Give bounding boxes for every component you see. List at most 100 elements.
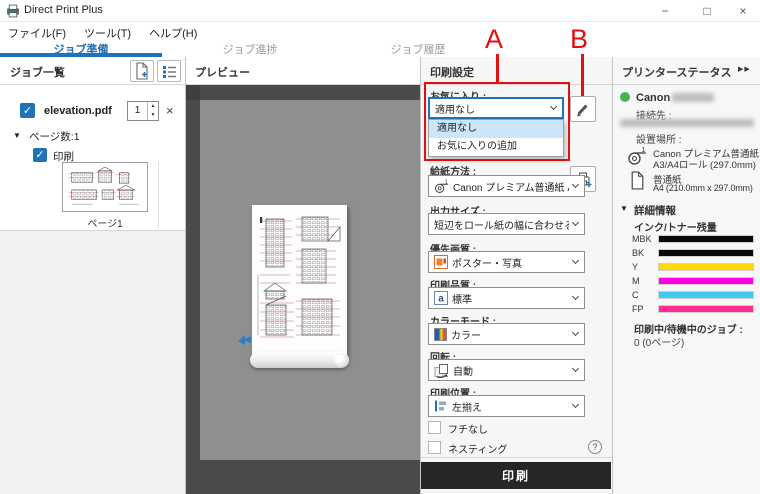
job-list-empty-area [0,230,185,494]
horizontal-ruler [200,85,420,100]
ink-bar [658,305,754,313]
list-view-icon [161,63,178,80]
tab-job-history[interactable]: ジョブ履歴 [338,44,498,57]
print-button[interactable]: 印刷 [421,462,611,489]
title-bar: Direct Print Plus − □ × [0,0,760,22]
settings-title: 印刷設定 [430,64,474,80]
add-file-icon [134,62,150,80]
chevron-down-icon [572,181,579,188]
ink-bar [658,291,754,299]
app-window: 1 Direct Print Plus − □ × ファイル(F) ツール(T) [0,0,760,494]
print-quality-value: 標準 [452,291,569,306]
step-up-icon[interactable]: ▲ [148,102,158,111]
jobs-value: 0 (0ページ) [634,334,684,349]
minimize-button[interactable]: − [648,0,682,22]
cut-sheet-icon [630,171,645,190]
stepper-arrows[interactable]: ▲▼ [147,102,158,120]
copies-value: 1 [128,102,147,120]
ink-bar [658,235,754,243]
tab-job-progress[interactable]: ジョブ進捗 [162,44,338,57]
annotation-line-a [496,54,499,82]
rotate-icon [434,363,449,378]
edit-favorites-button[interactable] [570,96,596,122]
preview-paper[interactable] [252,205,347,357]
color-mode-value: カラー [451,327,569,342]
window-title: Direct Print Plus [24,4,103,16]
paper-source-select[interactable]: Canon プレミアム普通紙 A3/A4ロール (29 [428,175,585,197]
preview-title: プレビュー [195,64,250,80]
menu-bar: ファイル(F) ツール(T) ヘルプ(H) [0,22,760,44]
chevron-down-icon [572,329,579,336]
color-mode-select[interactable]: カラー [428,323,585,345]
add-file-button[interactable] [130,60,154,82]
output-size-select[interactable]: 短辺をロール紙の幅に合わせる [428,213,585,235]
details-triangle-icon[interactable]: ▼ [620,204,628,213]
print-page-checkbox[interactable]: ✓ [33,148,47,162]
job-file-name[interactable]: elevation.pdf [44,105,112,117]
menu-help[interactable]: ヘルプ(H) [149,25,197,41]
page-thumbnail[interactable] [62,162,148,212]
remove-job-button[interactable]: × [166,103,174,118]
annotation-letter-a: A [485,24,503,55]
divider [185,57,186,494]
thumbnail-drawing [64,164,146,210]
align-left-icon [434,399,448,413]
redacted-printer-model [672,93,714,102]
app-icon [6,4,20,18]
ink-name: M [632,276,658,286]
ink-row: M [632,274,754,288]
page-count-label: ページ数:1 [29,129,80,144]
roll-media-line2: A3/A4ロール (297.0mm) [653,157,756,171]
close-button[interactable]: × [726,0,760,22]
help-icon[interactable]: ? [588,440,602,454]
vertical-ruler [185,100,200,460]
copies-stepper[interactable]: 1 ▲▼ [127,101,159,121]
ink-name: C [632,290,658,300]
rotation-value: 自動 [453,363,569,378]
rotation-select[interactable]: 自動 [428,359,585,381]
chevron-down-icon [572,219,579,226]
step-down-icon[interactable]: ▼ [148,111,158,120]
job-checkbox[interactable]: ✓ [20,103,35,118]
ink-row: FP [632,302,754,316]
print-position-select[interactable]: 左揃え [428,395,585,417]
chevron-down-icon [572,257,579,264]
divider [612,57,613,494]
roll-paper-icon [627,146,647,166]
menu-tools[interactable]: ツール(T) [84,25,131,41]
nesting-checkbox[interactable] [428,441,441,454]
menu-file[interactable]: ファイル(F) [8,25,66,41]
printer-brand: Canon [636,92,670,104]
paper-roll-curl [250,352,349,368]
print-quality-select[interactable]: a 標準 [428,287,585,309]
svg-text:a: a [438,294,444,305]
ink-bar [658,263,754,271]
ink-name: FP [632,304,658,314]
chevron-down-icon [572,401,579,408]
collapse-triangle-icon[interactable]: ▼ [13,131,21,140]
roll-end [334,353,348,367]
page-thumbnail-label: ページ1 [62,215,148,230]
ink-bar [658,249,754,257]
divider [420,457,612,458]
chevron-down-icon [572,293,579,300]
ink-row: MBK [632,232,754,246]
collapse-panel-icon[interactable]: ▶▶ [738,65,751,73]
borderless-checkbox[interactable] [428,421,441,434]
chevron-down-icon [572,365,579,372]
move-arrow-icon[interactable] [238,334,252,346]
paper-source-value: Canon プレミアム普通紙 A3/A4ロール (29 [453,179,569,194]
status-title: プリンターステータス [622,64,731,80]
job-list-title: ジョブ一覧 [10,64,65,80]
pencil-icon [575,101,591,117]
annotation-letter-b: B [570,24,588,55]
output-size-value: 短辺をロール紙の幅に合わせる [434,217,569,232]
image-quality-select[interactable]: ポスター・写真 [428,251,585,273]
image-quality-value: ポスター・写真 [452,255,569,270]
preview-toolbar [185,460,420,494]
divider [158,162,159,228]
maximize-button[interactable]: □ [690,0,724,22]
annotation-box [424,82,570,161]
status-green-dot [620,92,630,102]
list-view-button[interactable] [157,60,181,82]
